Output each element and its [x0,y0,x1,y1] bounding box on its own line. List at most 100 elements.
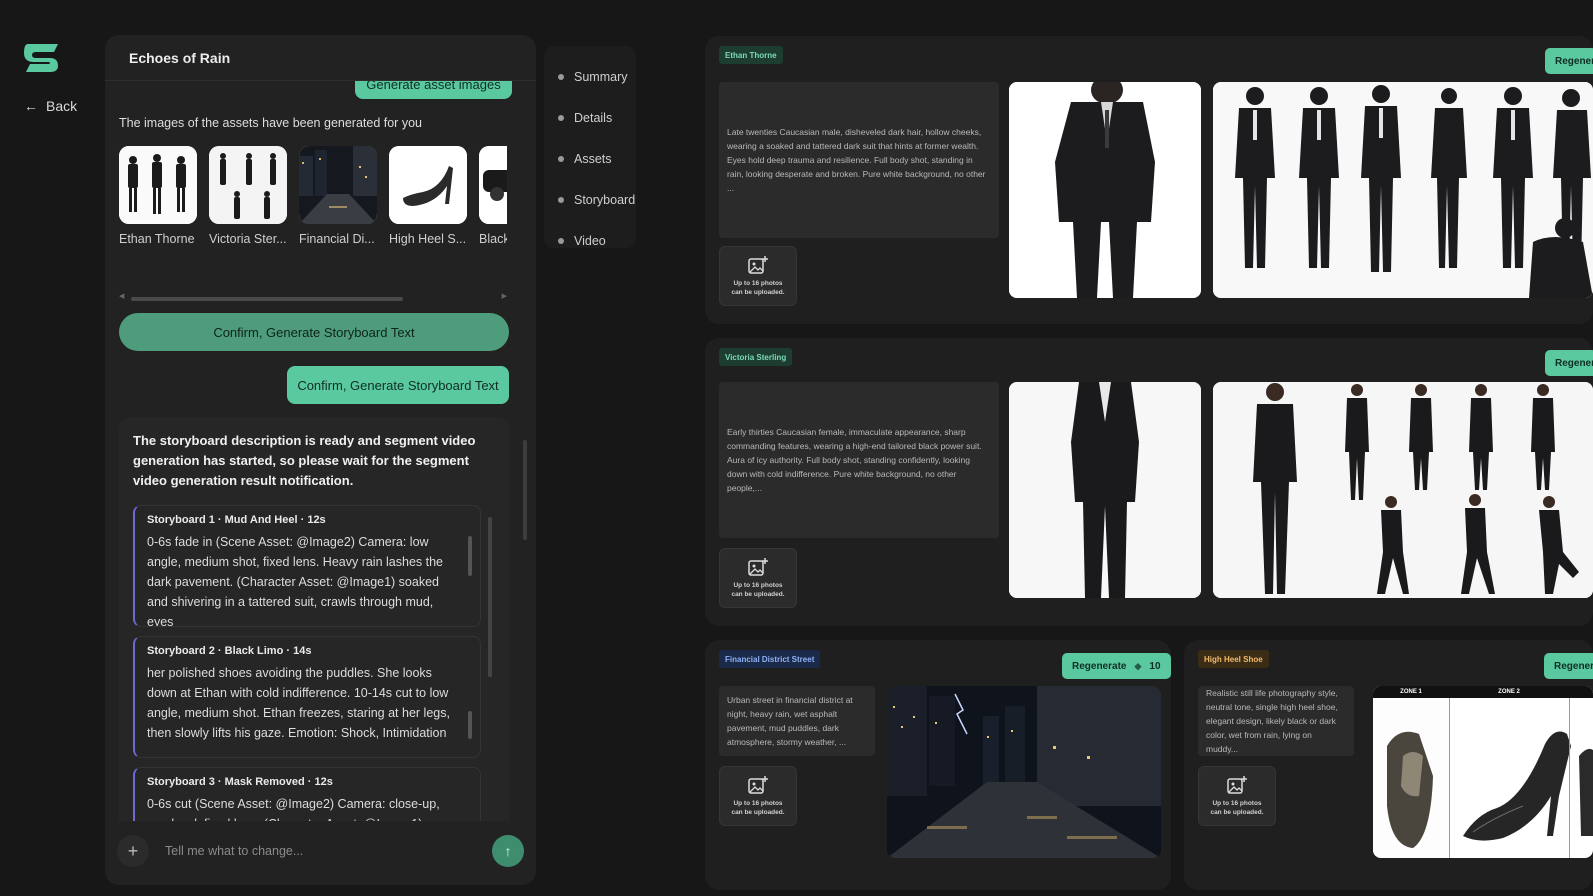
thumbnail-scrollbar[interactable]: ◀ ▶ [119,292,507,301]
upload-hint: Up to 16 photos can be uploaded. [731,800,785,816]
image-add-icon [748,256,768,274]
credits-icon: ◆ [1134,660,1142,671]
storyboard-scrollbar[interactable] [468,711,472,739]
asset-card-financial-street: Financial District Street Regenerate ◆ 1… [705,640,1171,890]
back-link[interactable]: ← Back [24,98,77,114]
thumbnail-image [119,146,197,224]
thumbnail-label: Black [479,232,507,246]
regenerate-label: Regenerate [1072,660,1127,672]
asset-thumbnail[interactable]: Ethan Thorne [119,146,197,258]
step-video[interactable]: Video [544,220,636,261]
credits-count: 10 [1149,660,1161,672]
thumbnail-label: High Heel S... [389,232,467,246]
chat-scrollbar[interactable] [523,440,527,540]
upload-photos-button[interactable]: Up to 16 photos can be uploaded. [719,246,797,306]
asset-image-main[interactable] [887,686,1161,858]
storyboard-scrollbar[interactable] [468,536,472,576]
upload-hint: Up to 16 photos can be uploaded. [731,280,785,296]
thumbnail-label: Victoria Ster... [209,232,287,246]
app-logo-icon[interactable] [22,40,62,76]
storyboard-text: 0-6s cut (Scene Asset: @Image2) Camera: … [147,797,440,821]
arrow-left-icon: ← [24,98,38,114]
step-dot-icon [558,196,564,203]
upload-hint: Up to 16 photos can be uploaded. [731,582,785,598]
asset-image-turnaround[interactable] [1213,82,1593,298]
image-add-icon [1227,776,1247,794]
storyboard-message: The storyboard description is ready and … [119,417,509,821]
thumbnail-image [209,146,287,224]
storyboard-item[interactable]: Storyboard 2 · Black Limo · 14s her poli… [133,636,481,758]
chat-messages[interactable]: Generate asset images The images of the … [105,81,536,821]
thumbnail-image [299,146,377,224]
thumbnail-image [389,146,467,224]
attach-plus-button[interactable]: + [117,835,149,867]
asset-image-turnaround[interactable] [1213,382,1593,598]
storyboard-title: Storyboard 3 · Mask Removed · 12s [147,776,333,788]
upload-photos-button[interactable]: Up to 16 photos can be uploaded. [1198,766,1276,826]
arrow-up-icon: ↑ [504,843,512,859]
chat-input-bar: + Tell me what to change... ↑ [117,829,524,873]
asset-description[interactable]: Early thirties Caucasian female, immacul… [719,382,999,538]
asset-card-victoria: Victoria Sterling Regenerate Early thirt… [705,338,1593,626]
asset-image-main[interactable] [1009,82,1201,298]
storyboard-text: 0-6s fade in (Scene Asset: @Image2) Came… [147,535,443,627]
user-message-confirm: Confirm, Generate Storyboard Text [287,366,509,404]
step-label: Details [574,110,613,125]
regenerate-button[interactable]: Regenerate [1545,350,1593,376]
asset-thumbnail[interactable]: Victoria Ster... [209,146,287,258]
asset-card-ethan: Ethan Thorne Regenerate Late twenties Ca… [705,36,1593,324]
storyboard-title: Storyboard 1 · Mud And Heel · 12s [147,514,326,526]
upload-photos-button[interactable]: Up to 16 photos can be uploaded. [719,766,797,826]
asset-card-high-heel: High Heel Shoe Regenerate Realistic stil… [1184,640,1593,890]
regenerate-button[interactable]: Regenerate ◆ 10 [1062,653,1171,679]
step-assets[interactable]: Assets [544,138,636,179]
step-summary[interactable]: Summary [544,56,636,97]
storyboard-list-scrollbar[interactable] [488,517,492,677]
storyboard-text: her polished shoes avoiding the puddles.… [147,666,450,740]
step-label: Storyboard [574,192,636,207]
asset-description[interactable]: Urban street in financial district at ni… [719,686,875,756]
step-dot-icon [558,155,564,162]
scroll-right-icon[interactable]: ▶ [502,292,507,300]
asset-description[interactable]: Realistic still life photography style, … [1198,686,1354,756]
storyboard-title: Storyboard 2 · Black Limo · 14s [147,645,312,657]
steps-nav: Summary Details Assets Storyboard Video [544,46,636,248]
asset-image-main[interactable] [1009,382,1201,598]
regenerate-label: Regenerate [1555,55,1593,67]
thumbnail-image [479,146,507,224]
step-details[interactable]: Details [544,97,636,138]
chat-input[interactable]: Tell me what to change... [165,844,492,858]
storyboard-item[interactable]: Storyboard 1 · Mud And Heel · 12s 0-6s f… [133,505,481,627]
back-label: Back [46,98,78,114]
confirm-generate-storyboard-button[interactable]: Confirm, Generate Storyboard Text [119,313,509,351]
send-button[interactable]: ↑ [492,835,524,867]
asset-thumbnail-strip[interactable]: Ethan Thorne Victoria Ster... Financial … [119,146,507,258]
asset-thumbnail[interactable]: Black [479,146,507,258]
asset-thumbnail[interactable]: High Heel S... [389,146,467,258]
storyboard-item[interactable]: Storyboard 3 · Mask Removed · 12s 0-6s c… [133,767,481,821]
assets-generated-message: The images of the assets have been gener… [119,116,422,130]
regenerate-button[interactable]: Regenerate [1544,653,1593,679]
user-message-generate-assets: Generate asset images [355,81,512,99]
step-label: Assets [574,151,612,166]
regenerate-label: Regenerate [1554,660,1593,672]
step-storyboard[interactable]: Storyboard [544,179,636,220]
upload-photos-button[interactable]: Up to 16 photos can be uploaded. [719,548,797,608]
regenerate-button[interactable]: Regenerate [1545,48,1593,74]
project-title: Echoes of Rain [105,35,536,81]
thumbnail-label: Ethan Thorne [119,232,195,246]
step-label: Video [574,233,606,248]
asset-image-main[interactable]: ZONE 1 ZONE 2 [1373,686,1593,858]
chat-panel: Echoes of Rain Generate asset images The… [105,35,536,885]
upload-hint: Up to 16 photos can be uploaded. [1210,800,1264,816]
scroll-left-icon[interactable]: ◀ [119,292,124,300]
asset-description[interactable]: Late twenties Caucasian male, disheveled… [719,82,999,238]
asset-thumbnail[interactable]: Financial Di... [299,146,377,258]
regenerate-label: Regenerate [1555,357,1593,369]
step-dot-icon [558,73,564,80]
asset-tag: High Heel Shoe [1198,650,1269,668]
asset-tag: Victoria Sterling [719,348,793,366]
step-dot-icon [558,114,564,121]
thumbnail-label: Financial Di... [299,232,375,246]
step-dot-icon [558,237,564,244]
